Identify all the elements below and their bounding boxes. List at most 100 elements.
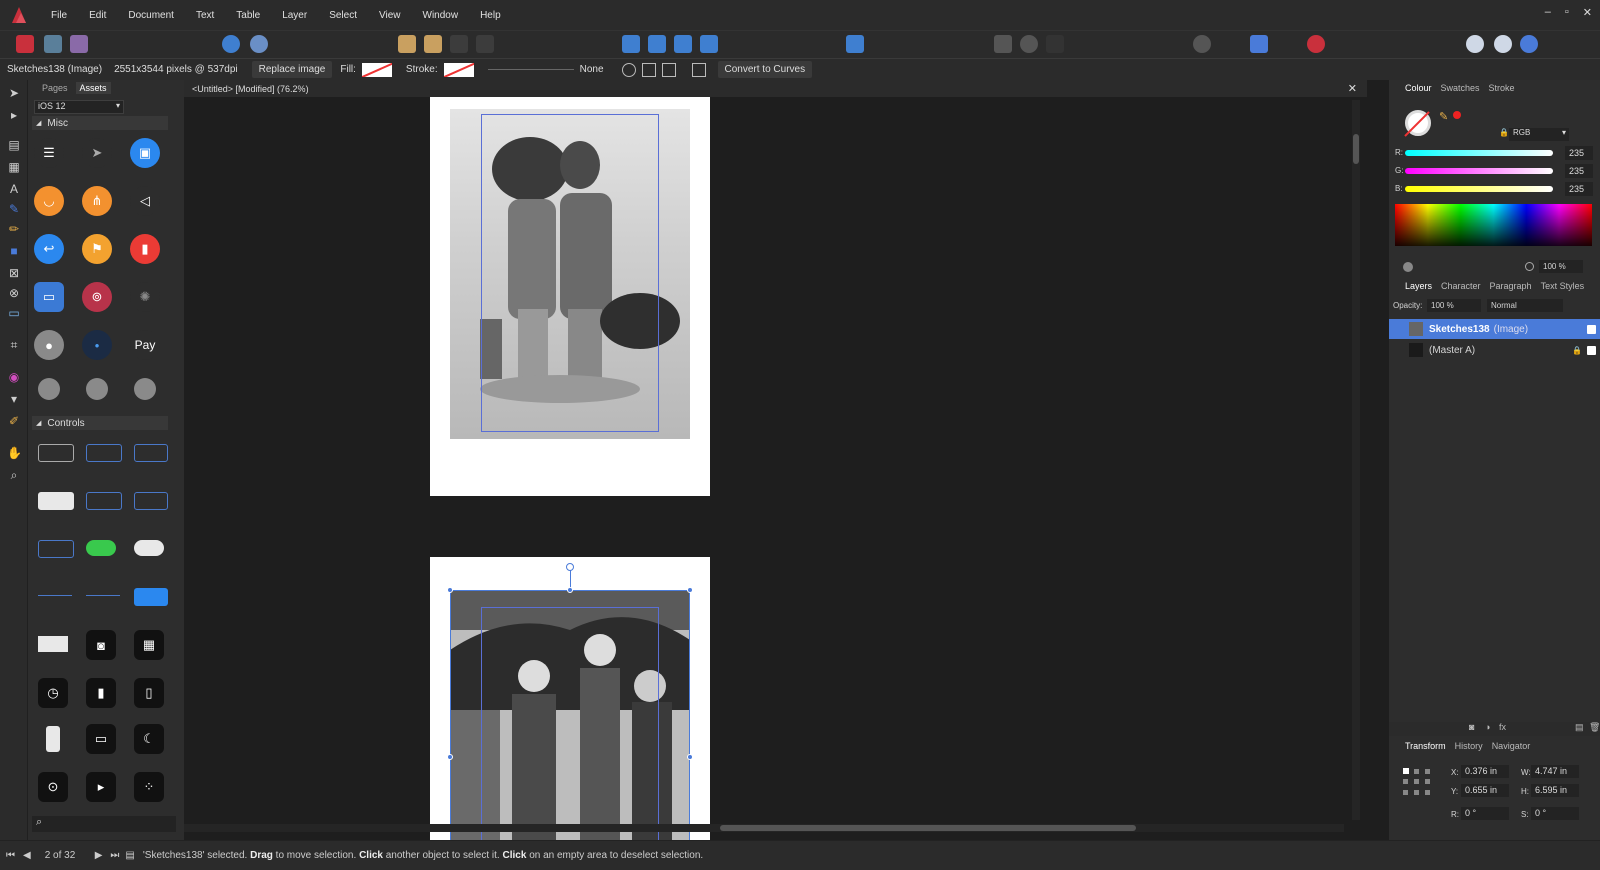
tab-history[interactable]: History: [1455, 741, 1483, 751]
resize-handle-tr[interactable]: [687, 587, 693, 593]
layer-row[interactable]: (Master A) 🔒: [1389, 340, 1600, 360]
colour-icon[interactable]: [1520, 35, 1538, 53]
view-mode-icon[interactable]: [994, 35, 1012, 53]
mask-icon[interactable]: ◙: [1469, 722, 1474, 732]
artistic-text-tool-icon[interactable]: A: [7, 182, 21, 196]
control-asset-2[interactable]: [86, 444, 122, 462]
y-field[interactable]: 0.655 in: [1461, 784, 1509, 797]
speaker-asset-icon[interactable]: ◁: [130, 186, 160, 216]
colour-model-select[interactable]: RGB ▾: [1509, 128, 1569, 141]
frame-fit-icon[interactable]: [1250, 35, 1268, 53]
slider-asset-icon[interactable]: ▯: [134, 678, 164, 708]
blend-mode-select[interactable]: Normal: [1487, 299, 1563, 312]
trash-asset-icon[interactable]: ▮: [130, 234, 160, 264]
red-value[interactable]: 235: [1565, 146, 1593, 160]
line-asset-2[interactable]: [86, 595, 120, 596]
x-field[interactable]: 0.376 in: [1461, 765, 1509, 778]
noise-dot-icon[interactable]: [1403, 262, 1413, 272]
connectivity-asset-icon[interactable]: ⁘: [134, 772, 164, 802]
canvas-area[interactable]: <Untitled> [Modified] (76.2%) ✕: [184, 80, 1367, 840]
link-icon[interactable]: [222, 35, 240, 53]
vertical-scroll-thumb[interactable]: [1353, 134, 1359, 164]
vertical-scrollbar[interactable]: [1352, 100, 1360, 820]
tab-text-styles[interactable]: Text Styles: [1541, 281, 1585, 291]
designer-persona-icon[interactable]: [70, 35, 88, 53]
pencil-tool-icon[interactable]: ✏: [7, 222, 21, 236]
rectangle-tool-icon[interactable]: ■: [7, 244, 21, 258]
control-asset-6[interactable]: [134, 492, 168, 510]
screen-mirror-asset-icon[interactable]: ▭: [86, 724, 116, 754]
document-tab-title[interactable]: <Untitled> [Modified] (76.2%): [192, 84, 309, 94]
avatar-asset-icon[interactable]: ●: [34, 330, 64, 360]
delete-layer-icon[interactable]: 🗑: [1589, 722, 1600, 733]
apple-pay-asset-icon[interactable]: Pay: [130, 330, 160, 360]
anchor-icon[interactable]: [621, 62, 636, 77]
tab-swatches[interactable]: Swatches: [1441, 83, 1480, 93]
tab-transform[interactable]: Transform: [1405, 741, 1446, 751]
dot-asset-icon[interactable]: •: [82, 330, 112, 360]
add-layer-icon[interactable]: ▤: [1575, 722, 1584, 733]
page-counter[interactable]: 2 of 32: [45, 850, 85, 861]
height-field[interactable]: 6.595 in: [1531, 784, 1579, 797]
rotation-handle[interactable]: [566, 563, 574, 571]
control-asset-5[interactable]: [86, 492, 122, 510]
line-asset-1[interactable]: [38, 595, 72, 596]
layer-row-selected[interactable]: Sketches138 (Image): [1389, 319, 1600, 339]
keyboard-asset[interactable]: [38, 636, 68, 652]
fuel-asset-icon[interactable]: ▣: [130, 138, 160, 168]
crop-tool-icon[interactable]: ⌗: [7, 338, 21, 352]
node-tool-icon[interactable]: ▸: [7, 108, 21, 122]
mode-icon[interactable]: [1494, 35, 1512, 53]
cup-asset-icon[interactable]: ◡: [34, 186, 64, 216]
next-page-icon[interactable]: ▶: [95, 850, 103, 861]
device-asset-icon-3[interactable]: [134, 378, 156, 400]
menu-select[interactable]: Select: [318, 10, 368, 21]
close-document-icon[interactable]: ✕: [1348, 82, 1357, 95]
colour-opacity-field[interactable]: 100 %: [1539, 260, 1583, 273]
blue-value[interactable]: 235: [1565, 182, 1593, 196]
calculator-asset-icon[interactable]: ▦: [134, 630, 164, 660]
window-asset-icon[interactable]: ▭: [34, 282, 64, 312]
layer-visibility-checkbox[interactable]: [1587, 345, 1596, 355]
assistant-icon[interactable]: [1466, 35, 1484, 53]
text-wrap-icon[interactable]: [1193, 35, 1211, 53]
photo-persona-icon[interactable]: [44, 35, 62, 53]
arrange-back-icon[interactable]: [398, 35, 416, 53]
stretch-icon[interactable]: [661, 62, 676, 77]
toggle-off-asset[interactable]: [134, 540, 164, 556]
fill-tool-icon[interactable]: ◉: [7, 370, 21, 384]
stroke-style-value[interactable]: None: [580, 64, 604, 75]
resize-handle-ml[interactable]: [447, 754, 453, 760]
snapping-icon[interactable]: [1307, 35, 1325, 53]
camera-asset-icon[interactable]: ◙: [86, 630, 116, 660]
tab-stroke[interactable]: Stroke: [1489, 83, 1515, 93]
flashlight-asset-icon[interactable]: ▮: [86, 678, 116, 708]
tab-pages[interactable]: Pages: [42, 83, 68, 93]
rotate-left-icon[interactable]: [674, 35, 692, 53]
tab-assets[interactable]: Assets: [75, 82, 111, 94]
last-page-icon[interactable]: ⏭: [110, 850, 119, 861]
location-asset-icon[interactable]: ➤: [82, 138, 112, 168]
anchor-selector[interactable]: [1401, 766, 1433, 798]
fill-swatch[interactable]: [361, 62, 392, 77]
green-value[interactable]: 235: [1565, 164, 1593, 178]
asset-search-field[interactable]: ⌕: [32, 816, 176, 832]
arrange-front-icon[interactable]: [450, 35, 468, 53]
stroke-width-slider[interactable]: [487, 69, 574, 70]
view-guides-icon[interactable]: [1046, 35, 1064, 53]
green-slider[interactable]: [1405, 168, 1553, 174]
table-tool-icon[interactable]: ▦: [7, 160, 21, 174]
page-1[interactable]: [430, 97, 710, 496]
list-asset-icon[interactable]: ☰: [34, 138, 64, 168]
menu-help[interactable]: Help: [469, 10, 512, 21]
asset-category-select[interactable]: iOS 12: [34, 100, 124, 114]
spinner-asset-icon[interactable]: ✺: [130, 282, 160, 312]
arrange-forward-icon[interactable]: [424, 35, 442, 53]
transparency-tool-icon[interactable]: ▾: [7, 392, 21, 406]
tab-navigator[interactable]: Navigator: [1492, 741, 1531, 751]
fx-icon[interactable]: fx: [1499, 722, 1506, 732]
misc-section-header[interactable]: ◢ Misc: [32, 116, 168, 130]
layer-visibility-checkbox[interactable]: [1587, 324, 1596, 334]
control-asset-7[interactable]: [38, 540, 74, 558]
reply-asset-icon[interactable]: ↩: [34, 234, 64, 264]
